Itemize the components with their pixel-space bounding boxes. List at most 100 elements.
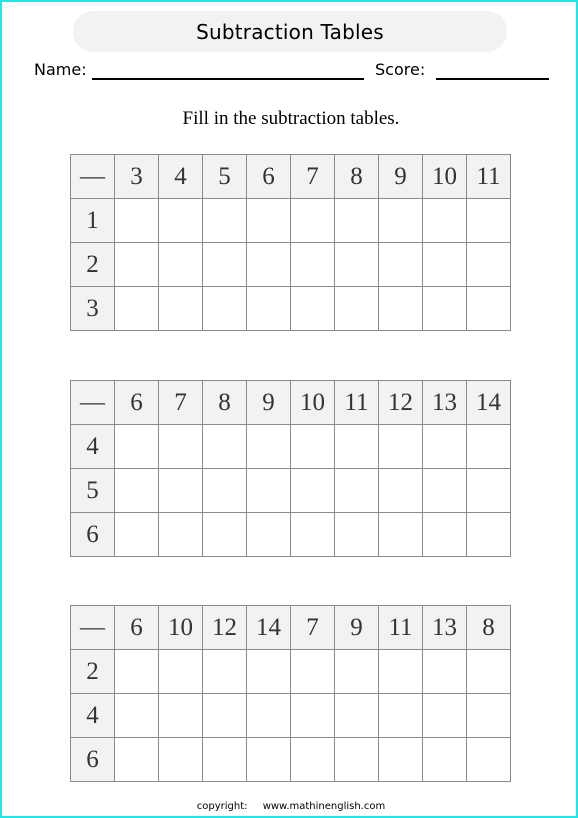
answer-cell[interactable]: [114, 512, 159, 557]
answer-cell[interactable]: [466, 242, 511, 287]
answer-cell[interactable]: [290, 198, 335, 243]
answer-cell[interactable]: [290, 242, 335, 287]
row-header-cell: 2: [70, 649, 115, 694]
answer-cell[interactable]: [378, 693, 423, 738]
answer-cell[interactable]: [334, 198, 379, 243]
instructions-text: Fill in the subtraction tables.: [182, 108, 400, 129]
answer-cell[interactable]: [378, 468, 423, 513]
answer-cell[interactable]: [158, 286, 203, 331]
column-header-cell: 14: [246, 605, 291, 650]
answer-cell[interactable]: [158, 242, 203, 287]
answer-cell[interactable]: [158, 512, 203, 557]
answer-cell[interactable]: [378, 242, 423, 287]
website-link[interactable]: www.mathinenglish.com: [263, 801, 386, 812]
answer-cell[interactable]: [202, 468, 247, 513]
answer-cell[interactable]: [246, 286, 291, 331]
answer-cell[interactable]: [158, 424, 203, 469]
answer-cell[interactable]: [114, 242, 159, 287]
answer-cell[interactable]: [290, 737, 335, 782]
answer-cell[interactable]: [334, 512, 379, 557]
answer-cell[interactable]: [114, 693, 159, 738]
name-field[interactable]: [92, 78, 364, 80]
answer-cell[interactable]: [466, 468, 511, 513]
minus-operator-cell: —: [70, 154, 115, 199]
answer-cell[interactable]: [114, 424, 159, 469]
answer-cell[interactable]: [334, 693, 379, 738]
answer-cell[interactable]: [378, 286, 423, 331]
answer-cell[interactable]: [378, 424, 423, 469]
answer-cell[interactable]: [114, 468, 159, 513]
answer-cell[interactable]: [422, 693, 467, 738]
answer-cell[interactable]: [114, 649, 159, 694]
answer-cell[interactable]: [246, 242, 291, 287]
answer-cell[interactable]: [334, 737, 379, 782]
column-header-cell: 12: [202, 605, 247, 650]
answer-cell[interactable]: [202, 693, 247, 738]
answer-cell[interactable]: [202, 424, 247, 469]
answer-cell[interactable]: [290, 512, 335, 557]
column-header-cell: 13: [422, 380, 467, 425]
answer-cell[interactable]: [246, 693, 291, 738]
answer-cell[interactable]: [334, 242, 379, 287]
answer-cell[interactable]: [422, 737, 467, 782]
answer-cell[interactable]: [246, 512, 291, 557]
answer-cell[interactable]: [158, 198, 203, 243]
answer-cell[interactable]: [290, 424, 335, 469]
answer-cell[interactable]: [422, 468, 467, 513]
answer-cell[interactable]: [114, 286, 159, 331]
column-header-cell: 12: [378, 380, 423, 425]
answer-cell[interactable]: [378, 512, 423, 557]
answer-cell[interactable]: [290, 693, 335, 738]
answer-cell[interactable]: [246, 649, 291, 694]
answer-cell[interactable]: [202, 649, 247, 694]
column-header-cell: 6: [246, 154, 291, 199]
answer-cell[interactable]: [202, 242, 247, 287]
answer-cell[interactable]: [422, 198, 467, 243]
answer-cell[interactable]: [202, 737, 247, 782]
answer-cell[interactable]: [422, 242, 467, 287]
answer-cell[interactable]: [290, 649, 335, 694]
table-row: 2: [70, 242, 511, 287]
answer-cell[interactable]: [378, 737, 423, 782]
column-header-cell: 11: [334, 380, 379, 425]
answer-cell[interactable]: [466, 649, 511, 694]
answer-cell[interactable]: [246, 198, 291, 243]
answer-cell[interactable]: [202, 198, 247, 243]
answer-cell[interactable]: [378, 198, 423, 243]
answer-cell[interactable]: [158, 693, 203, 738]
answer-cell[interactable]: [158, 468, 203, 513]
answer-cell[interactable]: [290, 468, 335, 513]
answer-cell[interactable]: [466, 512, 511, 557]
column-header-cell: 7: [290, 605, 335, 650]
column-header-cell: 14: [466, 380, 511, 425]
answer-cell[interactable]: [466, 424, 511, 469]
answer-cell[interactable]: [466, 198, 511, 243]
answer-cell[interactable]: [246, 468, 291, 513]
answer-cell[interactable]: [158, 737, 203, 782]
answer-cell[interactable]: [334, 468, 379, 513]
answer-cell[interactable]: [158, 649, 203, 694]
answer-cell[interactable]: [422, 649, 467, 694]
answer-cell[interactable]: [466, 693, 511, 738]
answer-cell[interactable]: [334, 424, 379, 469]
answer-cell[interactable]: [202, 286, 247, 331]
answer-cell[interactable]: [246, 424, 291, 469]
answer-cell[interactable]: [202, 512, 247, 557]
answer-cell[interactable]: [466, 286, 511, 331]
answer-cell[interactable]: [466, 737, 511, 782]
answer-cell[interactable]: [246, 737, 291, 782]
answer-cell[interactable]: [422, 512, 467, 557]
answer-cell[interactable]: [422, 286, 467, 331]
table-row: 6: [70, 512, 511, 557]
answer-cell[interactable]: [334, 649, 379, 694]
score-field[interactable]: [436, 78, 549, 80]
column-header-cell: 10: [422, 154, 467, 199]
column-header-cell: 5: [202, 154, 247, 199]
answer-cell[interactable]: [114, 198, 159, 243]
column-header-cell: 9: [334, 605, 379, 650]
answer-cell[interactable]: [114, 737, 159, 782]
answer-cell[interactable]: [422, 424, 467, 469]
answer-cell[interactable]: [290, 286, 335, 331]
answer-cell[interactable]: [378, 649, 423, 694]
answer-cell[interactable]: [334, 286, 379, 331]
